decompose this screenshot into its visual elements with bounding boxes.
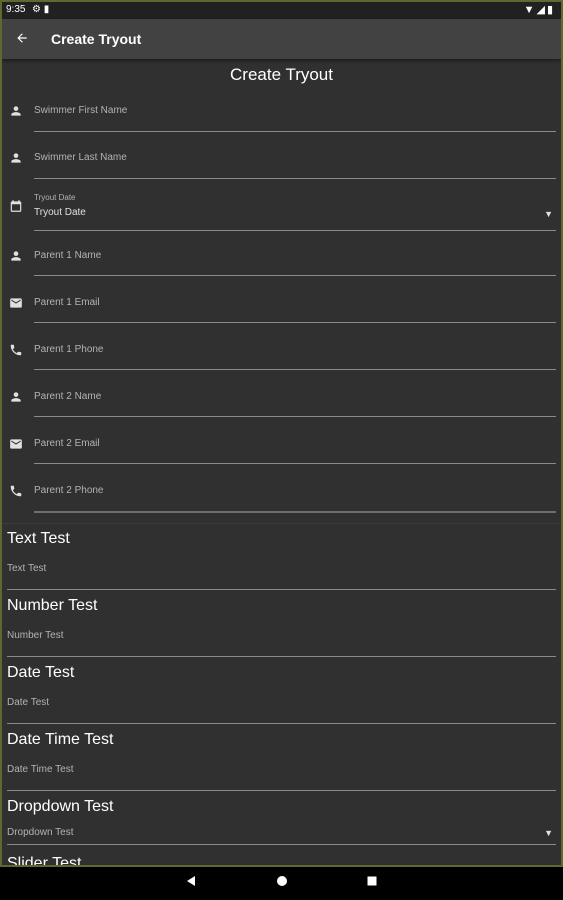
parent2-phone-field[interactable]: Parent 2 Phone <box>2 474 561 514</box>
field-underline <box>34 230 556 231</box>
field-floating-label: Tryout Date <box>34 193 76 202</box>
field-underline <box>7 589 556 590</box>
tryout-date-field[interactable]: Tryout Date Tryout Date ▼ <box>2 187 561 231</box>
section-divider <box>2 523 561 524</box>
field-underline <box>34 178 556 179</box>
field-label: Parent 1 Email <box>34 297 100 308</box>
person-icon <box>9 151 23 165</box>
signal-icon: ◢ <box>536 4 547 16</box>
status-bar: 9:35 ⚙ ▮ ▼◢▮ <box>2 2 561 19</box>
email-icon <box>9 296 23 310</box>
field-underline <box>7 723 556 724</box>
text-test-input[interactable]: Text Test <box>7 563 46 574</box>
field-label: Swimmer Last Name <box>34 152 127 163</box>
section-heading: Number Test <box>7 597 98 614</box>
email-icon <box>9 437 23 451</box>
parent1-email-field[interactable]: Parent 1 Email <box>2 286 561 323</box>
battery-icon: ▮ <box>546 4 555 16</box>
back-button[interactable] <box>10 27 34 51</box>
status-left-icons: ⚙ ▮ <box>32 4 49 15</box>
slider-test-section: Slider Test <box>2 852 561 867</box>
field-label: Parent 1 Name <box>34 250 102 261</box>
number-test-section: Number Test Number Test <box>2 594 561 658</box>
field-underline <box>7 790 556 791</box>
field-underline <box>34 416 556 417</box>
person-icon <box>9 104 23 118</box>
field-underline <box>34 131 556 132</box>
field-underline <box>7 844 556 845</box>
date-time-test-section: Date Time Test Date Time Test <box>2 728 561 792</box>
dropdown-test-select[interactable]: Dropdown Test <box>7 827 74 838</box>
dropdown-arrow-icon[interactable]: ▼ <box>544 828 553 838</box>
field-label: Parent 2 Email <box>34 438 100 449</box>
parent2-email-field[interactable]: Parent 2 Email <box>2 427 561 464</box>
form-content: Create Tryout Swimmer First Name Swimmer… <box>2 59 561 867</box>
section-heading: Date Test <box>7 664 75 681</box>
field-underline <box>34 369 556 370</box>
phone-icon <box>9 484 23 498</box>
section-heading: Date Time Test <box>7 731 114 748</box>
person-icon <box>9 249 23 263</box>
date-test-input[interactable]: Date Test <box>7 697 49 708</box>
parent2-name-field[interactable]: Parent 2 Name <box>2 380 561 417</box>
home-circle-icon <box>276 874 288 892</box>
status-right-icons: ▼◢▮ <box>524 3 555 16</box>
number-test-input[interactable]: Number Test <box>7 630 64 641</box>
calendar-icon <box>9 199 23 213</box>
field-label: Parent 1 Phone <box>34 344 104 355</box>
parent1-phone-field[interactable]: Parent 1 Phone <box>2 333 561 370</box>
person-icon <box>9 390 23 404</box>
status-time: 9:35 <box>6 4 26 15</box>
arrow-back-icon <box>15 29 29 50</box>
nav-back-button[interactable] <box>183 875 199 891</box>
section-heading: Slider Test <box>7 855 82 867</box>
field-underline <box>34 463 556 464</box>
back-triangle-icon <box>185 874 197 892</box>
field-underline <box>34 322 556 323</box>
settings-icon: ⚙ <box>32 4 41 15</box>
wifi-icon: ▼ <box>523 4 537 16</box>
swimmer-last-name-field[interactable]: Swimmer Last Name <box>2 144 561 180</box>
form-title: Create Tryout <box>230 65 333 84</box>
phone-icon <box>9 343 23 357</box>
dropdown-test-section: Dropdown Test Dropdown Test ▼ <box>2 795 561 847</box>
nav-home-button[interactable] <box>274 875 290 891</box>
system-nav-bar <box>0 867 563 900</box>
section-heading: Dropdown Test <box>7 798 114 815</box>
text-test-section: Text Test Text Test <box>2 527 561 591</box>
dropdown-arrow-icon: ▼ <box>544 209 553 219</box>
nav-recents-button[interactable] <box>364 875 380 891</box>
date-test-section: Date Test Date Test <box>2 661 561 725</box>
field-label: Swimmer First Name <box>34 105 128 116</box>
section-heading: Text Test <box>7 530 70 547</box>
parent1-name-field[interactable]: Parent 1 Name <box>2 239 561 276</box>
field-underline <box>34 511 556 513</box>
swimmer-first-name-field[interactable]: Swimmer First Name <box>2 97 561 133</box>
sim-icon: ▮ <box>43 4 50 15</box>
field-label: Parent 2 Name <box>34 391 102 402</box>
recents-square-icon <box>366 874 378 892</box>
field-label: Parent 2 Phone <box>34 485 104 496</box>
field-value: Tryout Date <box>34 207 86 218</box>
app-bar: Create Tryout <box>2 19 561 59</box>
field-underline <box>34 275 556 276</box>
app-window: 9:35 ⚙ ▮ ▼◢▮ Create Tryout Create Tryout <box>0 0 563 867</box>
date-time-test-input[interactable]: Date Time Test <box>7 764 74 775</box>
device-screen: 9:35 ⚙ ▮ ▼◢▮ Create Tryout Create Tryout <box>0 0 563 900</box>
app-bar-title: Create Tryout <box>51 31 142 47</box>
field-underline <box>7 656 556 657</box>
